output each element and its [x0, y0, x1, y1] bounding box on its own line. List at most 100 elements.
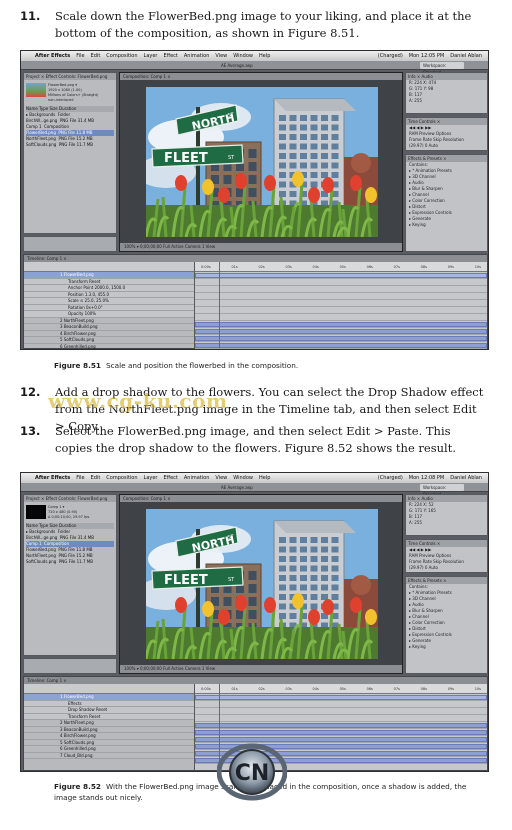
project-item-name: Comp 1 [26, 124, 42, 129]
layer-duration-bar[interactable] [195, 294, 487, 300]
layer-duration-bar[interactable] [195, 301, 487, 307]
step-number: 12. [20, 385, 41, 399]
ruler-tick-label: 03s [285, 687, 292, 691]
battery-status: (Charged) [377, 475, 403, 481]
project-panel-tab[interactable]: Project × Effect Controls: FlowerBed.png [24, 73, 116, 80]
layer-duration-bar[interactable] [195, 321, 487, 328]
menu-clock: Mon 12:08 PM [408, 475, 445, 481]
composition-tab[interactable]: Composition: Comp 1 × [120, 495, 402, 502]
time-controls-tab[interactable]: Time Controls × [406, 118, 487, 125]
info-panel: Info × Audio R: 224 X: 474 G: 171 Y: 98 B: … [405, 72, 488, 114]
effects-presets-tab[interactable]: Effects & Presets × [406, 155, 487, 162]
menu-help[interactable]: Help [259, 51, 270, 61]
project-panel-tab[interactable]: Project × Effect Controls: FlowerBed.png [24, 495, 116, 502]
menu-composition[interactable]: Composition [106, 473, 137, 483]
time-ruler[interactable]: 0:00s 01s 02s 03s 04s 05s 06s 07s 08s 09s 10s [195, 262, 487, 272]
figure-8-51-screenshot: After Effects File Edit Composition Layer Eff… [20, 50, 489, 350]
layer-duration-bar[interactable] [195, 722, 487, 729]
figure-caption-8-51: Figure 8.51 Scale and position the flower… [54, 360, 490, 371]
menu-effect[interactable]: Effect [163, 473, 177, 483]
mac-menu-bar: After Effects File Edit Composition Layer Eff… [21, 473, 488, 483]
menu-edit[interactable]: Edit [91, 51, 101, 61]
menu-layer[interactable]: Layer [144, 473, 158, 483]
layer-duration-bar[interactable] [195, 702, 487, 708]
project-item-name: FlowerBed.png [26, 130, 56, 135]
timeline-layer-row[interactable]: 6 Greenhilled.png [24, 344, 194, 350]
user-name[interactable]: Daniel Ablan [450, 473, 482, 483]
menu-animation[interactable]: Animation [184, 51, 210, 61]
layer-duration-bar[interactable] [195, 729, 487, 736]
battery-status: (Charged) [377, 53, 403, 59]
time-controls-tab[interactable]: Time Controls × [406, 540, 487, 547]
menu-file[interactable]: File [76, 51, 84, 61]
ruler-tick-label: 07s [393, 687, 400, 691]
info-tab[interactable]: Info × Audio [406, 495, 487, 502]
workspace-select[interactable]: Workspace: Standard [420, 484, 464, 497]
time-ruler[interactable]: 0:00s 01s 02s 03s 04s 05s 06s 07s 08s 09s 10s [195, 684, 487, 694]
layer-duration-bar[interactable] [195, 335, 487, 342]
ruler-tick-label: 0:00s [201, 265, 211, 269]
menu-view[interactable]: View [215, 51, 227, 61]
menu-file[interactable]: File [76, 473, 84, 483]
effects-presets-tab[interactable]: Effects & Presets × [406, 577, 487, 584]
info-tab[interactable]: Info × Audio [406, 73, 487, 80]
app-menu[interactable]: After Effects [35, 473, 70, 483]
info-panel: Info × Audio R: 224 X: 52 G: 171 Y: 165 B: … [405, 494, 488, 536]
timeline-tab[interactable]: Timeline: Comp 1 × [24, 677, 487, 684]
app-menu[interactable]: After Effects [35, 51, 70, 61]
layer-duration-bar[interactable] [195, 287, 487, 293]
timeline-tab[interactable]: Timeline: Comp 1 × [24, 255, 487, 262]
layer-duration-bar[interactable] [195, 328, 487, 335]
user-name[interactable]: Daniel Ablan [450, 51, 482, 61]
layer-duration-bar[interactable] [195, 280, 487, 286]
project-item-name: Comp 1 [26, 541, 42, 546]
composition-tab[interactable]: Composition: Comp 1 × [120, 73, 402, 80]
project-panel: Project × Effect Controls: FlowerBed.png… [23, 72, 117, 234]
timeline-layer-row[interactable]: 7 Cloud_Bld.png [24, 753, 194, 759]
menu-animation[interactable]: Animation [184, 473, 210, 483]
project-item[interactable]: SoftClouds.png PNG File 11.7 MB [26, 142, 114, 148]
layer-duration-bar[interactable] [195, 272, 487, 279]
menu-window[interactable]: Window [233, 473, 253, 483]
project-item-type: PNG File 11.8 MB [58, 130, 93, 135]
ruler-tick-label: 10s [474, 265, 481, 269]
caption-label: Figure 8.52 [54, 782, 101, 791]
time-controls-row[interactable]: (29.97) 0 Auto [406, 143, 487, 149]
layer-duration-bar[interactable] [195, 342, 487, 349]
playhead[interactable] [219, 262, 220, 348]
menu-composition[interactable]: Composition [106, 51, 137, 61]
menu-view[interactable]: View [215, 473, 227, 483]
composition-footer-controls[interactable]: 100% ▾ 0;00;00;00 Full Active Camera 1 V… [120, 665, 402, 673]
ruler-tick-label: 04s [312, 265, 319, 269]
caption-text: Scale and position the flowerbed in the … [106, 361, 299, 370]
project-title: AE Average.aep [221, 63, 253, 68]
info-row: A: 255 [409, 520, 422, 525]
menu-effect[interactable]: Effect [163, 51, 177, 61]
layer-duration-bar[interactable] [195, 709, 487, 715]
composition-scene: NORTHSTFLEET ST [146, 87, 378, 237]
menu-edit[interactable]: Edit [91, 473, 101, 483]
time-controls-row[interactable]: (29.97) 0 Auto [406, 565, 487, 571]
composition-footer-controls[interactable]: 100% ▾ 0;00;00;00 Full Active Camera 1 V… [120, 243, 402, 251]
ruler-tick-label: 09s [447, 265, 454, 269]
menu-window[interactable]: Window [233, 51, 253, 61]
effects-category[interactable]: ▸ Keying [406, 644, 487, 650]
layer-duration-bar[interactable] [195, 716, 487, 722]
menu-help[interactable]: Help [259, 473, 270, 483]
ruler-tick-label: 05s [339, 265, 346, 269]
svg-text:ST: ST [228, 577, 235, 583]
layer-duration-bar[interactable] [195, 308, 487, 314]
thumbnail-note-2: non-interlaced [48, 98, 74, 102]
layer-duration-bar[interactable] [195, 350, 487, 351]
project-item-type: PNG File 11.8 MB [58, 547, 93, 552]
workspace-select[interactable]: Workspace: Standard [420, 62, 464, 75]
watermark-text: www.cg-ku.com [48, 389, 228, 413]
composition-panel: Composition: Comp 1 × NORTH ST FLEET ST 100% … [119, 494, 403, 674]
menu-layer[interactable]: Layer [144, 51, 158, 61]
project-item[interactable]: SoftClouds.png PNG File 11.7 MB [26, 559, 114, 565]
layer-duration-bar[interactable] [195, 694, 487, 701]
effects-presets-panel: Effects & Presets × Contains: ▸ * Animatio… [405, 154, 488, 252]
layer-duration-bar[interactable] [195, 315, 487, 321]
ruler-tick-label: 01s [231, 265, 238, 269]
effects-category[interactable]: ▸ Keying [406, 222, 487, 228]
